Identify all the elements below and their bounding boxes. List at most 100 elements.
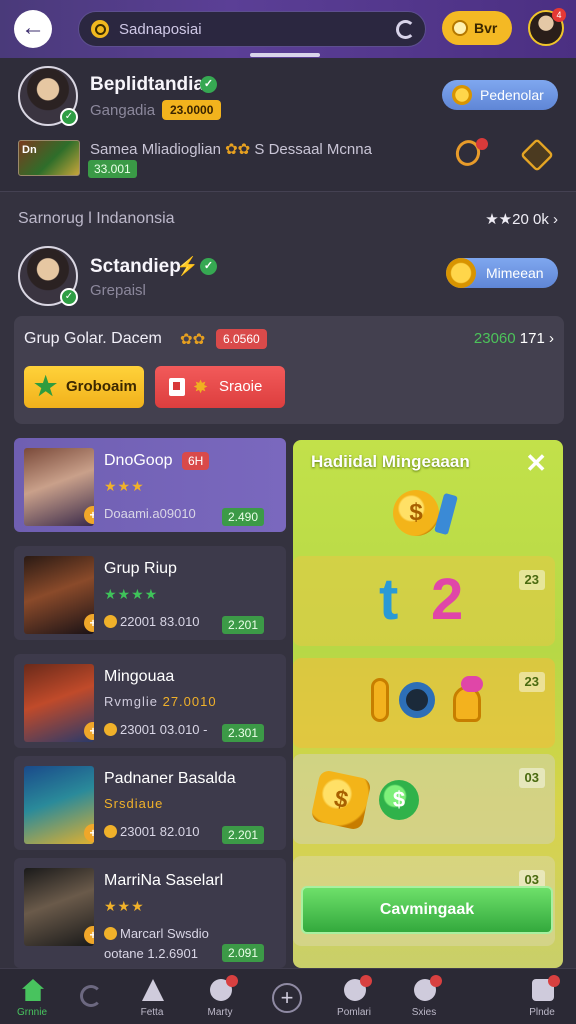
alert-dot [360,975,372,987]
rating-stars: ★★★ [104,898,145,914]
profile-name: Beplidtandia [90,74,205,95]
list-item-title: Grup Riup [104,560,177,577]
coin-icon [104,723,117,736]
coins-icon: ✿✿ [225,141,251,158]
list-item-meta: 22001 83.010 [104,614,200,629]
list-item-meta-text: Marcarl Swsdio [120,926,209,941]
nav-label: Marty [207,1007,233,1018]
list-item[interactable]: + MarriNa Saselarl ★★★ Marcarl Swsdio oo… [14,858,286,968]
profile2-avatar[interactable]: ✓ [18,246,78,306]
mimeean-button[interactable]: Mimeean [446,258,558,288]
buy-label: Bvr [474,20,498,36]
game-list: + DnoGoop 6H ★★★ Doaami.a09010 2.490 + G… [14,438,294,968]
reward-row[interactable]: $ $ 03 [293,754,555,844]
stat-text: Samea Mliadioglian [90,141,221,158]
list-item-title: MarriNa Saselarl [104,872,224,889]
cavmingaak-button[interactable]: Cavmingaak [301,886,553,934]
plus-icon: + [84,824,94,842]
list-thumbnail: + [24,556,94,634]
reward-title: Hadiidal Mingeaaan [311,452,470,471]
chevron-right-icon: › [549,330,554,347]
coin-icon [452,20,468,36]
nav-label: Grnnie [16,1007,47,1018]
gold-coin-icon: $ [393,490,439,536]
number-one-icon: t [379,567,399,632]
green-coin-icon: $ [379,780,419,820]
nav-pomlari[interactable]: Pomlari [322,969,386,1024]
list-item-meta: 23001 82.010 [104,824,200,839]
refresh-icon[interactable] [80,985,102,1007]
gift-icon[interactable] [520,138,554,172]
nav-fetta[interactable]: Fetta [120,969,184,1024]
groboaim-label: Groboaim [66,378,137,395]
profile-avatar[interactable]: ✓ [18,66,78,126]
buy-button[interactable]: Bvr [442,11,512,45]
sraoie-button[interactable]: ✸ Sraoie [155,366,285,408]
add-icon[interactable]: + [272,983,302,1013]
reward-panel: Hadiidal Mingeaaan ✕ $ t 2 23 23 $ $ 03 … [293,440,563,968]
section-see-all[interactable]: ★★20 0k › [485,210,558,228]
list-item-value: 2.091 [221,944,264,962]
nav-marty[interactable]: Marty [188,969,252,1024]
back-arrow-icon[interactable]: ← [14,10,52,48]
group-count-green: 23060 [473,330,516,347]
lock-icon [399,682,435,718]
pedenolar-button[interactable]: Pedenolar [442,80,558,110]
nav-home[interactable]: Grnnie [0,969,64,1024]
list-item[interactable]: + DnoGoop 6H ★★★ Doaami.a09010 2.490 [14,438,286,532]
alert-dot [430,975,442,987]
close-icon[interactable]: ✕ [525,448,547,479]
profile2-subtitle: Grepaisl [90,282,146,299]
nav-plnde[interactable]: Plnde [510,969,574,1024]
home-icon [22,979,44,1001]
list-item[interactable]: + Grup Riup ★★★★ 22001 83.010 2.201 [14,546,286,640]
chevron-right-icon: › [553,211,558,228]
verified-icon: ✓ [200,258,217,275]
bow-icon [461,676,483,692]
plus-icon: + [84,926,94,944]
ring-icon[interactable] [452,136,488,170]
nav-sxies[interactable]: Sxies [392,969,456,1024]
verified-badge-icon: ✓ [60,108,78,126]
coin-icon [104,825,117,838]
pedenolar-label: Pedenolar [480,87,544,103]
number-two-icon: 2 [431,567,464,632]
list-item-value: 2.301 [221,724,264,742]
gold-coin-icon: $ [310,769,372,831]
list-item-value: 2.490 [221,508,264,526]
group-count[interactable]: 23060 171 › [474,330,554,347]
list-item-value: 2.201 [221,616,264,634]
coins-icon: ✿✿ [180,331,206,348]
sparkle-icon: ✸ [193,377,209,397]
section-title: Sarnorug l Indanonsia [18,210,175,227]
profile-row-2: ✓ Sctandiep ⚡ ✓ Grepaisl Mimeean [0,232,576,310]
refresh-icon[interactable] [396,20,415,39]
profile-card: ✓ Beplidtandia ✓ Gangadia 23.0000 Pedeno… [0,58,576,192]
search-input[interactable]: Sadnaposiai [78,11,426,47]
flame-icon: ⚡ [176,256,199,276]
stat-text-2: S Dessaal Mcnna [254,141,372,158]
tab-indicator [250,53,320,57]
profile2-name: Sctandiep [90,256,181,277]
user-avatar[interactable]: 4 [528,8,566,46]
card-icon [434,492,458,536]
coin-icon [446,258,476,288]
group-red-pill: 6.0560 [216,329,267,349]
document-icon [169,378,185,396]
profile-subtitle: Gangadia [90,102,156,119]
star-icon: ★ [34,371,58,401]
reward-row[interactable]: 23 [293,658,555,748]
groboaim-button[interactable]: ★ Groboaim [24,366,144,408]
list-item-meta-text: 22001 83.010 [120,614,200,629]
list-item[interactable]: + Padnaner Basalda Srsdiaue 23001 82.010… [14,756,286,850]
top-bar: ← Sadnaposiai Bvr 4 [0,0,576,58]
bottom-nav: Grnnie Fetta Marty + Pomlari Sxies Plnde [0,968,576,1024]
list-item-extra: 27.0010 [162,694,217,709]
list-item-meta: 23001 03.010 - [104,722,207,737]
list-thumbnail: + [24,664,94,742]
reward-row[interactable]: t 2 23 [293,556,555,646]
coin-icon [452,85,472,105]
alert-dot [226,975,238,987]
game-thumbnail[interactable]: Dn [18,140,80,176]
list-item[interactable]: + Mingouaa Rvmglie 27.0010 23001 03.010 … [14,654,286,748]
